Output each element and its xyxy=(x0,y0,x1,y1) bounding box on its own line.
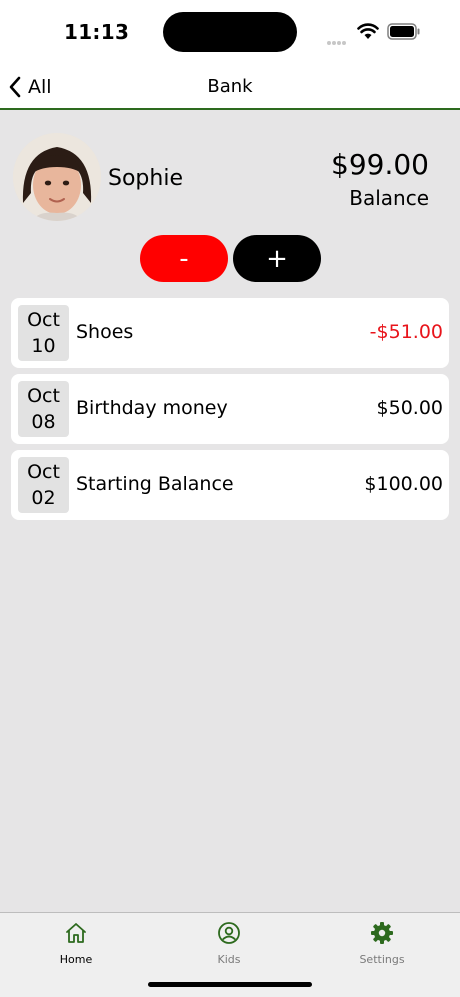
transaction-amount: -$51.00 xyxy=(369,321,443,343)
balance-amount: $99.00 xyxy=(331,148,429,181)
status-time: 11:13 xyxy=(64,20,130,44)
battery-icon xyxy=(387,23,420,40)
transaction-month: Oct xyxy=(27,309,60,331)
transaction-date: Oct 10 xyxy=(18,305,69,361)
transaction-month: Oct xyxy=(27,461,60,483)
subtract-money-button[interactable]: - xyxy=(140,235,228,282)
transaction-date: Oct 08 xyxy=(18,381,69,437)
home-indicator xyxy=(148,982,312,987)
transaction-description: Birthday money xyxy=(76,397,228,419)
transaction-date: Oct 02 xyxy=(18,457,69,513)
transaction-list: Oct 10 Shoes -$51.00 Oct 08 Birthday mon… xyxy=(11,298,449,526)
tab-settings[interactable]: Settings xyxy=(332,921,432,966)
home-icon xyxy=(66,923,86,943)
kid-name: Sophie xyxy=(108,166,183,191)
add-money-button[interactable]: + xyxy=(233,235,321,282)
transaction-row[interactable]: Oct 02 Starting Balance $100.00 xyxy=(11,450,449,520)
balance-label: Balance xyxy=(349,186,429,210)
transaction-description: Shoes xyxy=(76,321,134,343)
transaction-row[interactable]: Oct 08 Birthday money $50.00 xyxy=(11,374,449,444)
transaction-day: 02 xyxy=(31,487,56,509)
tab-kids[interactable]: Kids xyxy=(179,921,279,966)
avatar xyxy=(13,133,101,221)
transaction-description: Starting Balance xyxy=(76,473,234,495)
transaction-month: Oct xyxy=(27,385,60,407)
transaction-amount: $100.00 xyxy=(364,473,443,495)
page-title: Bank xyxy=(207,76,253,97)
tab-label: Kids xyxy=(217,953,241,966)
wifi-icon xyxy=(357,23,379,39)
navigation-bar: All Bank xyxy=(0,62,460,110)
transaction-amount: $50.00 xyxy=(376,397,443,419)
transaction-day: 08 xyxy=(31,411,56,433)
tab-label: Home xyxy=(59,953,93,966)
user-circle-icon xyxy=(218,922,240,944)
transaction-day: 10 xyxy=(31,335,56,357)
child-portrait-image xyxy=(13,133,101,221)
dynamic-island xyxy=(163,12,297,52)
tab-label: Settings xyxy=(359,953,405,966)
status-bar: 11:13 xyxy=(0,0,460,62)
transaction-row[interactable]: Oct 10 Shoes -$51.00 xyxy=(11,298,449,368)
gear-icon xyxy=(371,922,393,944)
tab-home[interactable]: Home xyxy=(26,921,126,966)
cellular-signal-icon xyxy=(327,30,347,49)
